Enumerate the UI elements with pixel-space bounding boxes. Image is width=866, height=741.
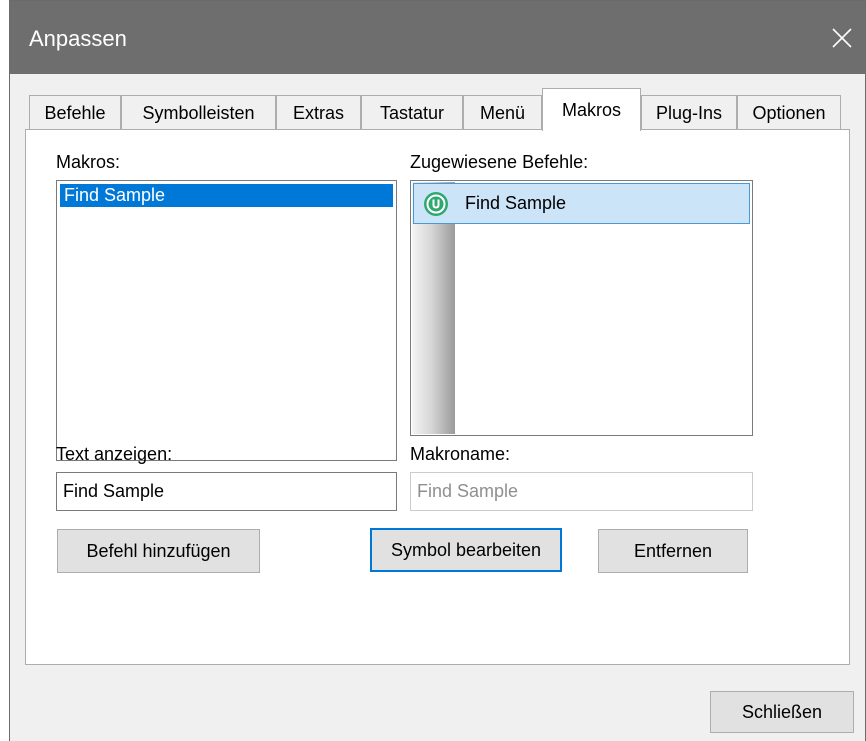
macros-label: Makros: [56, 152, 121, 172]
tab-plug-ins[interactable]: Plug-Ins [641, 95, 737, 130]
assigned-command-item[interactable]: Find Sample [413, 183, 750, 224]
add-command-button[interactable]: Befehl hinzufügen [57, 529, 260, 573]
tab-menu[interactable]: Menü [463, 95, 542, 130]
tab-strip: Befehle Symbolleisten Extras Tastatur Me… [29, 88, 849, 131]
makros-panel: Makros: Find Sample Zugewiesene Befehle:… [25, 129, 850, 665]
remove-button[interactable]: Entfernen [598, 529, 748, 573]
macro-name-input[interactable]: Find Sample [410, 472, 753, 511]
macro-icon [424, 191, 448, 216]
tab-symbolleisten[interactable]: Symbolleisten [121, 95, 276, 130]
macro-list-item[interactable]: Find Sample [60, 184, 393, 207]
customize-dialog: Anpassen Befehle Symbolleisten Extras Ta… [9, 0, 866, 741]
macro-name-label: Makroname: [410, 444, 511, 464]
display-text-input[interactable]: Find Sample [56, 472, 397, 511]
edit-icon-button[interactable]: Symbol bearbeiten [370, 528, 562, 572]
tab-extras[interactable]: Extras [276, 95, 361, 130]
close-button[interactable] [819, 1, 865, 74]
close-icon [832, 27, 852, 48]
tab-optionen[interactable]: Optionen [737, 95, 841, 130]
tab-tastatur[interactable]: Tastatur [361, 95, 463, 130]
close-dialog-button[interactable]: Schließen [710, 691, 854, 733]
tab-makros[interactable]: Makros [542, 88, 641, 131]
macros-listbox[interactable]: Find Sample [56, 180, 397, 461]
assigned-commands-label: Zugewiesene Befehle: [410, 152, 589, 172]
assigned-command-label: Find Sample [465, 193, 567, 213]
title-bar: Anpassen [10, 1, 865, 74]
assigned-commands-listbox[interactable]: Find Sample [410, 180, 753, 436]
tab-befehle[interactable]: Befehle [29, 95, 121, 130]
display-text-label: Text anzeigen: [56, 444, 173, 464]
dialog-title: Anpassen [29, 26, 127, 51]
